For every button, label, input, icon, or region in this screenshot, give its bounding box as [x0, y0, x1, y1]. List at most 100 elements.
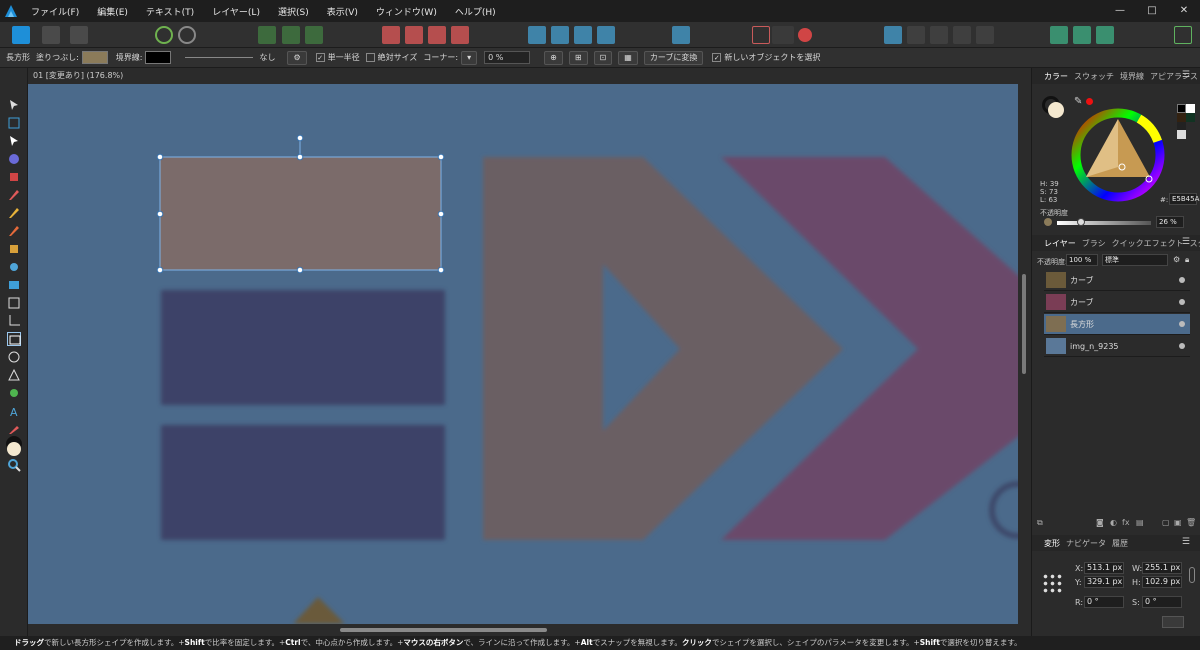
snapping-icon[interactable]: [282, 26, 300, 44]
horizontal-scrollbar[interactable]: [28, 624, 1018, 636]
node-tool-icon[interactable]: [7, 134, 21, 148]
bbox-icon[interactable]: ⊞: [568, 50, 588, 65]
pixel-brush-icon[interactable]: [7, 242, 21, 256]
menu-edit[interactable]: 編集(E): [88, 5, 137, 18]
isolate-icon[interactable]: [258, 26, 276, 44]
transform-panel-menu-icon[interactable]: ☰: [1182, 537, 1190, 547]
swatch-light[interactable]: [1177, 130, 1186, 139]
layer-visibility-dot[interactable]: [1179, 299, 1185, 305]
swatch-white[interactable]: [1186, 104, 1195, 113]
align-icon[interactable]: [672, 26, 690, 44]
layer-opacity-field[interactable]: 100 %: [1066, 254, 1098, 266]
w-field[interactable]: 255.1 px: [1142, 562, 1182, 574]
fill-color-well[interactable]: [1048, 102, 1064, 118]
y-field[interactable]: 329.1 px: [1084, 576, 1124, 588]
tab-brushes[interactable]: ブラシ: [1082, 238, 1106, 249]
move-forward-icon[interactable]: [428, 26, 446, 44]
menu-help[interactable]: ヘルプ(H): [446, 5, 505, 18]
color-wheel[interactable]: [1070, 107, 1166, 203]
tab-stroke[interactable]: 境界線: [1120, 71, 1144, 82]
triangle-tool-icon[interactable]: [7, 368, 21, 382]
layer-visibility-dot[interactable]: [1179, 321, 1185, 327]
layer-row-selected[interactable]: 長方形: [1044, 314, 1190, 335]
boolean-xor-icon[interactable]: [953, 26, 971, 44]
fill-color-indicator[interactable]: [7, 442, 21, 456]
anchor-point-selector[interactable]: [1042, 573, 1064, 595]
studio-icon[interactable]: [1073, 26, 1091, 44]
crop-icon[interactable]: [752, 26, 770, 44]
swatch-dark-red[interactable]: [1177, 113, 1186, 122]
rotation-field[interactable]: 0 °: [1084, 596, 1124, 608]
layer-row[interactable]: カーブ: [1044, 270, 1190, 291]
affinity-designer-logo-icon[interactable]: [0, 0, 22, 22]
pencil-tool-icon[interactable]: [7, 206, 21, 220]
tab-transform[interactable]: 変形: [1044, 538, 1060, 549]
selected-rectangle[interactable]: [160, 157, 441, 270]
layers-panel-menu-icon[interactable]: ☰: [1182, 237, 1190, 247]
minimize-button[interactable]: —: [1104, 0, 1136, 22]
corner-type-dropdown[interactable]: ▾: [461, 50, 478, 65]
boolean-intersect-icon[interactable]: [930, 26, 948, 44]
color-picker-icon[interactable]: [7, 422, 21, 436]
move-backward-icon[interactable]: [405, 26, 423, 44]
handle-top-center[interactable]: [296, 153, 304, 161]
rectangle-tool-icon[interactable]: [7, 332, 21, 346]
stroke-style-slider[interactable]: [185, 57, 254, 58]
zoom-tool-icon[interactable]: [7, 458, 21, 472]
menu-file[interactable]: ファイル(F): [22, 5, 88, 18]
pen-tool-icon[interactable]: [7, 188, 21, 202]
layer-add-icon[interactable]: ▢: [1162, 518, 1170, 527]
magnet-snap-icon[interactable]: [798, 28, 812, 42]
tab-swatches[interactable]: スウォッチ: [1074, 71, 1114, 82]
eyedropper-icon[interactable]: ✎: [1074, 96, 1082, 107]
handle-bottom-right[interactable]: [437, 266, 445, 274]
layer-settings-gear-icon[interactable]: ⚙: [1173, 255, 1180, 264]
convert-to-curves-button[interactable]: カーブに変換: [643, 50, 704, 65]
designer-persona-icon[interactable]: [12, 26, 30, 44]
settings-gear-icon[interactable]: [155, 26, 173, 44]
tab-appearance[interactable]: アピアランス: [1150, 71, 1198, 82]
handle-middle-left[interactable]: [156, 210, 164, 218]
document-tab[interactable]: 01 [変更あり] (176.8%): [28, 68, 1031, 84]
boolean-add-icon[interactable]: [884, 26, 902, 44]
assistant-icon[interactable]: [1050, 26, 1068, 44]
transparency-tool-icon[interactable]: [7, 278, 21, 292]
absolute-size-checkbox[interactable]: [365, 53, 375, 62]
crop-tool-icon[interactable]: [7, 314, 21, 328]
ellipse-tool-icon[interactable]: [7, 350, 21, 364]
flip-horizontal-icon[interactable]: [528, 26, 546, 44]
tab-layers[interactable]: レイヤー: [1044, 238, 1076, 249]
transform-origin-icon[interactable]: ⊕: [544, 50, 563, 65]
lock-aspect-icon[interactable]: [1189, 567, 1195, 583]
layer-delete-icon[interactable]: 🗑︎: [1186, 518, 1196, 527]
layout-icon[interactable]: ▦: [618, 50, 638, 65]
transform-mode-button[interactable]: [1162, 616, 1184, 628]
boolean-divide-icon[interactable]: [976, 26, 994, 44]
layer-visibility-dot[interactable]: [1179, 343, 1185, 349]
flip-vertical-icon[interactable]: [551, 26, 569, 44]
menu-text[interactable]: テキスト(T): [137, 5, 203, 18]
corner-value-field[interactable]: 0 %: [484, 51, 531, 64]
brush-tool-icon[interactable]: [7, 224, 21, 238]
maximize-button[interactable]: □: [1136, 0, 1168, 22]
move-front-icon[interactable]: [451, 26, 469, 44]
layer-row[interactable]: img_n_9235: [1044, 336, 1190, 357]
stroke-swatch[interactable]: [145, 51, 172, 64]
layer-row[interactable]: カーブ: [1044, 292, 1190, 313]
layer-pixel-icon[interactable]: ▣: [1174, 518, 1182, 527]
corner-tool-icon[interactable]: [7, 152, 21, 166]
rotate-right-icon[interactable]: [597, 26, 615, 44]
color-panel-menu-icon[interactable]: ☰: [1182, 70, 1190, 80]
vertical-scroll-thumb[interactable]: [1022, 274, 1026, 374]
new-objects-select-checkbox[interactable]: ✓: [712, 53, 722, 62]
opacity-swatch[interactable]: [1044, 218, 1052, 226]
artboard-tool-icon[interactable]: [7, 116, 21, 130]
hex-field[interactable]: E5B45A: [1169, 193, 1199, 205]
menu-view[interactable]: 表示(V): [318, 5, 367, 18]
x-field[interactable]: 513.1 px: [1084, 562, 1124, 574]
layer-visibility-dot[interactable]: [1179, 277, 1185, 283]
vertical-scrollbar[interactable]: [1018, 84, 1031, 624]
canvas[interactable]: [28, 84, 1018, 624]
fill-tool-icon[interactable]: [7, 260, 21, 274]
uniform-radius-checkbox[interactable]: ✓: [315, 53, 325, 62]
